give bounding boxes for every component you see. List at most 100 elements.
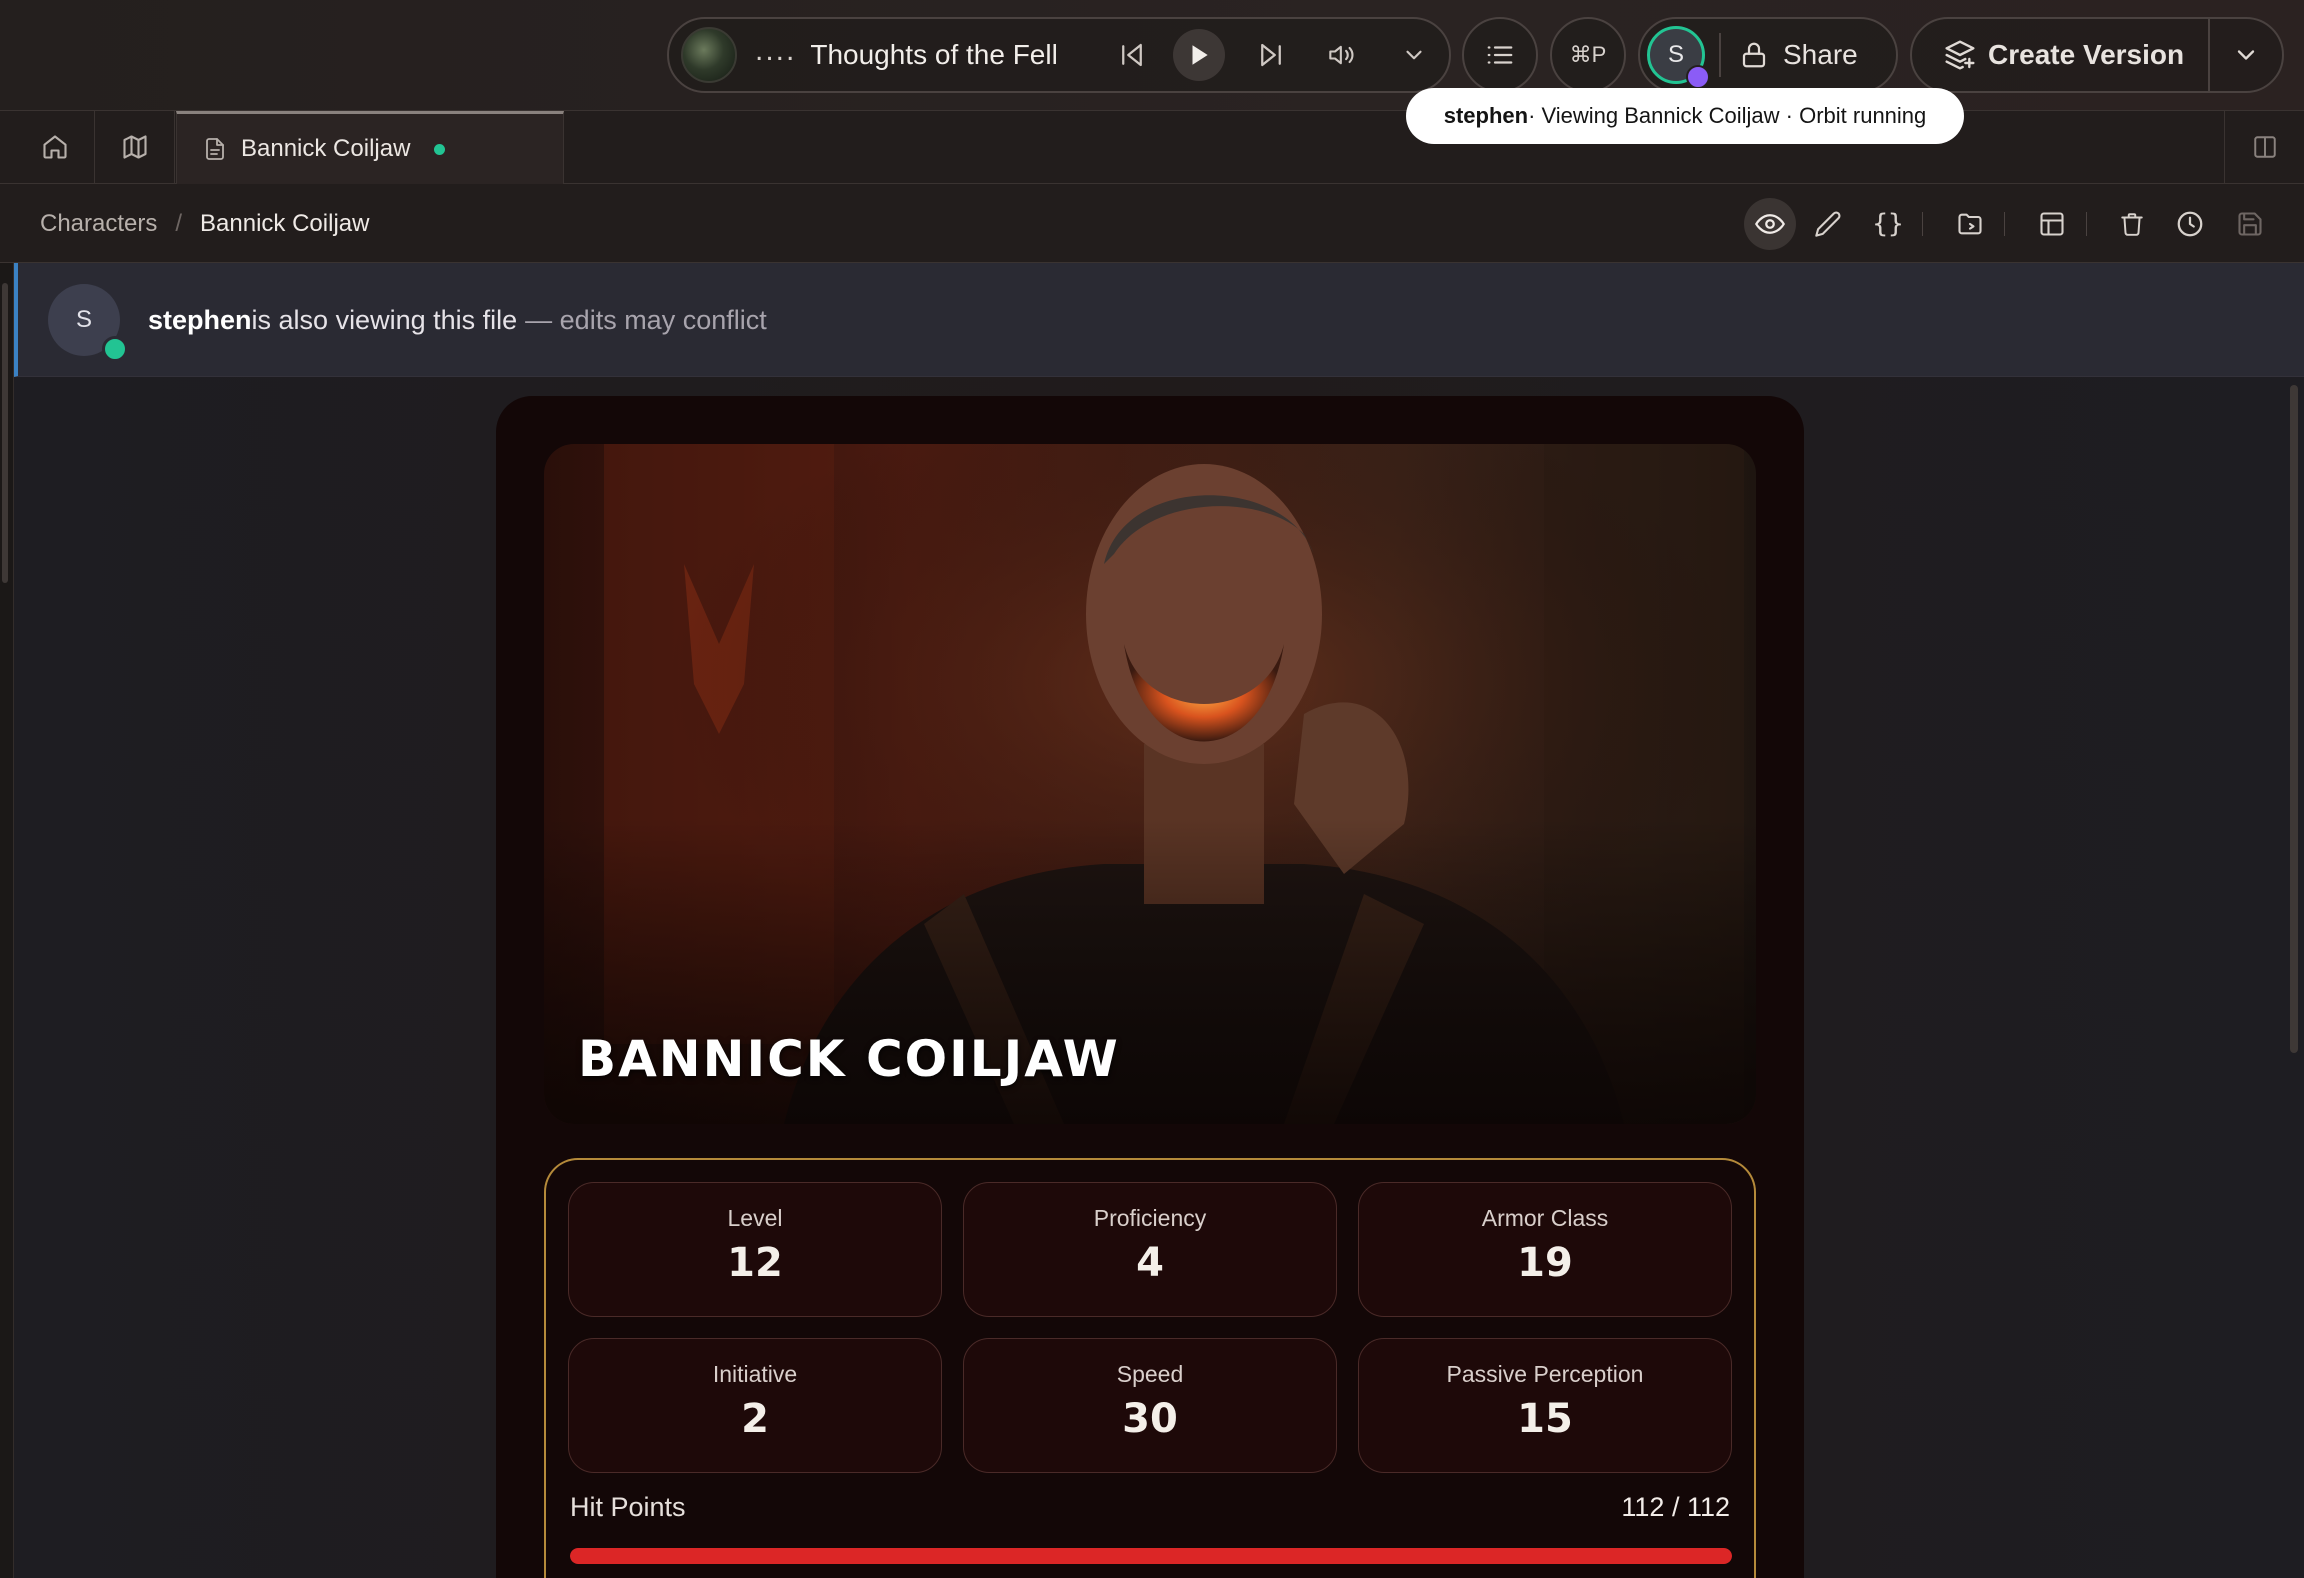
clock-icon [2177,211,2203,237]
save-button[interactable] [2224,198,2276,250]
create-version-button[interactable]: Create Version [1944,39,2184,71]
play-button[interactable] [1172,19,1226,91]
stat-value: 12 [727,1240,783,1286]
presence-message: stephen is also viewing this file — edits… [148,263,767,377]
layers-plus-icon [1945,40,1975,70]
presence-tooltip: stephen · Viewing Bannick Coiljaw · Orbi… [1406,88,1964,144]
presence-text: is also viewing this file [251,304,518,335]
outline-button[interactable] [1462,17,1538,93]
banner-avatar-initial: S [75,306,92,333]
hit-points-value: 112 / 112 [1621,1492,1730,1522]
bot-badge-icon [1686,65,1710,89]
share-group: S Share [1638,17,1898,93]
stat-value: 30 [1122,1396,1178,1442]
album-art[interactable] [681,27,737,83]
stat-label: Speed [1116,1361,1184,1387]
create-version-group: Create Version [1910,17,2284,93]
eye-icon [1755,214,1785,234]
stat-value: 19 [1517,1240,1573,1286]
breadcrumb-separator: / [175,209,183,237]
tab-bannick-coiljaw[interactable]: Bannick Coiljaw [176,111,564,184]
previous-track-button[interactable] [1105,19,1159,91]
unsaved-indicator [434,143,446,155]
tab-label: Bannick Coiljaw [241,135,411,162]
file-icon [206,138,224,160]
document-toolbar: Characters / Bannick Coiljaw {} [0,184,2304,263]
stat-value: 2 [741,1396,769,1442]
user-avatar[interactable]: S [1647,26,1710,89]
preview-button[interactable] [1744,198,1796,250]
player-expand-button[interactable] [1387,19,1441,91]
volume-icon [1329,45,1354,65]
toolbar-separator [2086,212,2087,236]
music-player: .... Thoughts of the Fell [667,17,1451,93]
folder-move-icon [1958,213,1982,235]
stat-passive-perception: Passive Perception 15 [1358,1338,1732,1473]
columns-icon [2253,136,2276,158]
hit-points-bar-fill [570,1548,1732,1564]
stat-label: Level [727,1205,783,1231]
chevron-down-icon [2237,50,2255,60]
create-version-menu-button[interactable] [2210,19,2282,91]
save-icon [2238,212,2262,236]
stat-label: Armor Class [1481,1205,1609,1231]
split-view-button[interactable] [2224,111,2304,183]
share-divider [1719,33,1721,77]
braces-icon: {} [1872,209,1904,239]
track-title[interactable]: Thoughts of the Fell [810,39,1057,71]
user-initial: S [1667,41,1684,68]
trash-icon [2121,213,2143,236]
play-icon [1192,45,1208,65]
stat-value: 4 [1136,1240,1164,1286]
delete-button[interactable] [2106,198,2158,250]
stat-label: Initiative [712,1361,798,1387]
chevron-down-icon [1406,50,1422,60]
online-indicator [102,336,128,362]
conflict-warning: — edits may conflict [525,304,767,335]
map-tab[interactable] [95,111,175,183]
skip-forward-icon [1261,43,1281,67]
content-scrollbar-thumb[interactable] [2290,385,2298,1053]
left-scrollbar-thumb[interactable] [2,283,8,583]
stat-armor-class: Armor Class 19 [1358,1182,1732,1317]
stat-label: Passive Perception [1446,1361,1644,1387]
left-rail [0,263,14,1578]
command-shortcut-label: ⌘P [1569,42,1607,67]
layout-button[interactable] [2026,198,2078,250]
stat-proficiency: Proficiency 4 [963,1182,1337,1317]
layout-icon [2040,212,2064,236]
skip-back-icon [1122,43,1142,67]
share-button[interactable]: Share [1739,39,1858,71]
tooltip-text: · Viewing Bannick Coiljaw · Orbit runnin… [1528,103,1927,128]
command-palette-button[interactable]: ⌘P [1550,17,1626,93]
stats-panel: Level 12 Proficiency 4 Armor Class 19 In… [544,1158,1756,1578]
edit-button[interactable] [1802,198,1854,250]
next-track-button[interactable] [1244,19,1298,91]
move-to-folder-button[interactable] [1944,198,1996,250]
source-button[interactable]: {} [1862,198,1914,250]
stat-speed: Speed 30 [963,1338,1337,1473]
volume-button[interactable] [1315,19,1369,91]
character-card: Bannick Coiljaw Level 12 Proficiency 4 A… [496,396,1804,1578]
map-icon [122,135,147,159]
breadcrumb-current: Bannick Coiljaw [200,209,370,237]
lock-icon [1742,42,1766,68]
home-tab[interactable] [15,111,95,183]
history-button[interactable] [2164,198,2216,250]
stat-value: 15 [1517,1396,1573,1442]
player-status-dots: .... [755,34,797,67]
share-label: Share [1783,39,1858,70]
list-icon [1487,46,1513,64]
hit-points-bar [570,1548,1732,1564]
toolbar-actions: {} [1744,198,2284,250]
pencil-icon [1815,211,1841,237]
presence-user: stephen [148,304,252,335]
stat-initiative: Initiative 2 [568,1338,942,1473]
toolbar-separator [1922,212,1923,236]
toolbar-separator [2004,212,2005,236]
breadcrumb-characters[interactable]: Characters [40,210,157,238]
character-name: Bannick Coiljaw [578,1030,1120,1088]
breadcrumb: Characters / Bannick Coiljaw [40,184,369,263]
character-portrait: Bannick Coiljaw [544,444,1756,1124]
presence-banner: S stephen is also viewing this file — edi… [14,263,2304,377]
